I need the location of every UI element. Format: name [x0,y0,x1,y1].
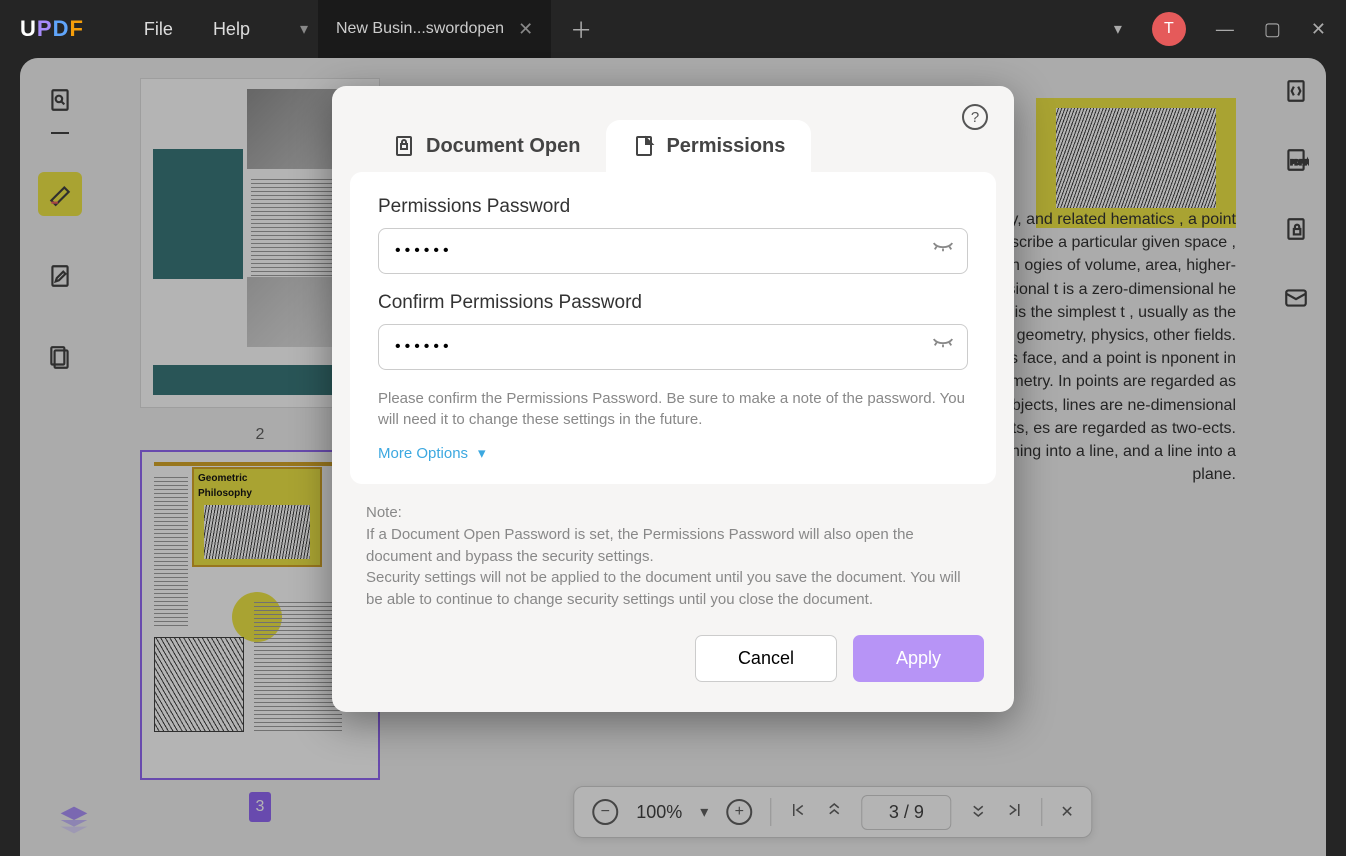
more-options-label: More Options [378,445,468,462]
tab-permissions[interactable]: Permissions [606,120,811,172]
window-controls-area: ▾ T — ▢ ✕ [1114,12,1326,46]
tab-document-open[interactable]: Document Open [366,120,606,172]
password-dialog: ? Document Open Permissions Permissions … [332,86,1014,712]
app-logo: UPDF [20,16,84,42]
new-tab-button[interactable]: ＋ [561,13,601,45]
chevron-down-icon: ▾ [478,444,486,462]
main-menu: File Help [144,19,250,40]
cancel-button[interactable]: Cancel [695,635,837,682]
close-window-button[interactable]: ✕ [1311,19,1326,40]
title-bar: UPDF File Help ▾ New Busin...swordopen ✕… [0,0,1346,58]
menu-help[interactable]: Help [213,19,250,40]
note-label: Note: [366,502,980,524]
more-options-link[interactable]: More Options ▾ [378,444,968,462]
document-tabs: ▾ New Busin...swordopen ✕ ＋ [290,0,601,58]
show-confirm-password-icon[interactable] [932,337,954,358]
maximize-button[interactable]: ▢ [1264,19,1281,40]
dialog-actions: Cancel Apply [332,611,1014,712]
confirm-password-label: Confirm Permissions Password [378,292,968,314]
show-password-icon[interactable] [932,241,954,262]
password-helper-text: Please confirm the Permissions Password.… [378,388,968,430]
permissions-password-input[interactable] [378,228,968,274]
apply-button[interactable]: Apply [853,635,984,682]
note-text-1: If a Document Open Password is set, the … [366,524,980,568]
chevron-down-icon[interactable]: ▾ [1114,19,1122,39]
tab-permissions-label: Permissions [666,135,785,158]
document-tab[interactable]: New Busin...swordopen ✕ [318,0,551,58]
note-section: Note: If a Document Open Password is set… [332,484,1014,611]
dialog-body: Permissions Password Confirm Permissions… [350,172,996,484]
close-icon[interactable]: ✕ [518,19,533,40]
minimize-button[interactable]: — [1216,19,1234,40]
tab-document-open-label: Document Open [426,135,580,158]
dialog-tabs: Document Open Permissions [332,86,1014,172]
menu-file[interactable]: File [144,19,173,40]
permissions-password-label: Permissions Password [378,196,968,218]
user-avatar[interactable]: T [1152,12,1186,46]
tabs-dropdown[interactable]: ▾ [290,0,318,58]
note-text-2: Security settings will not be applied to… [366,567,980,611]
confirm-password-input[interactable] [378,324,968,370]
help-icon[interactable]: ? [962,104,988,130]
tab-title: New Busin...swordopen [336,20,504,38]
